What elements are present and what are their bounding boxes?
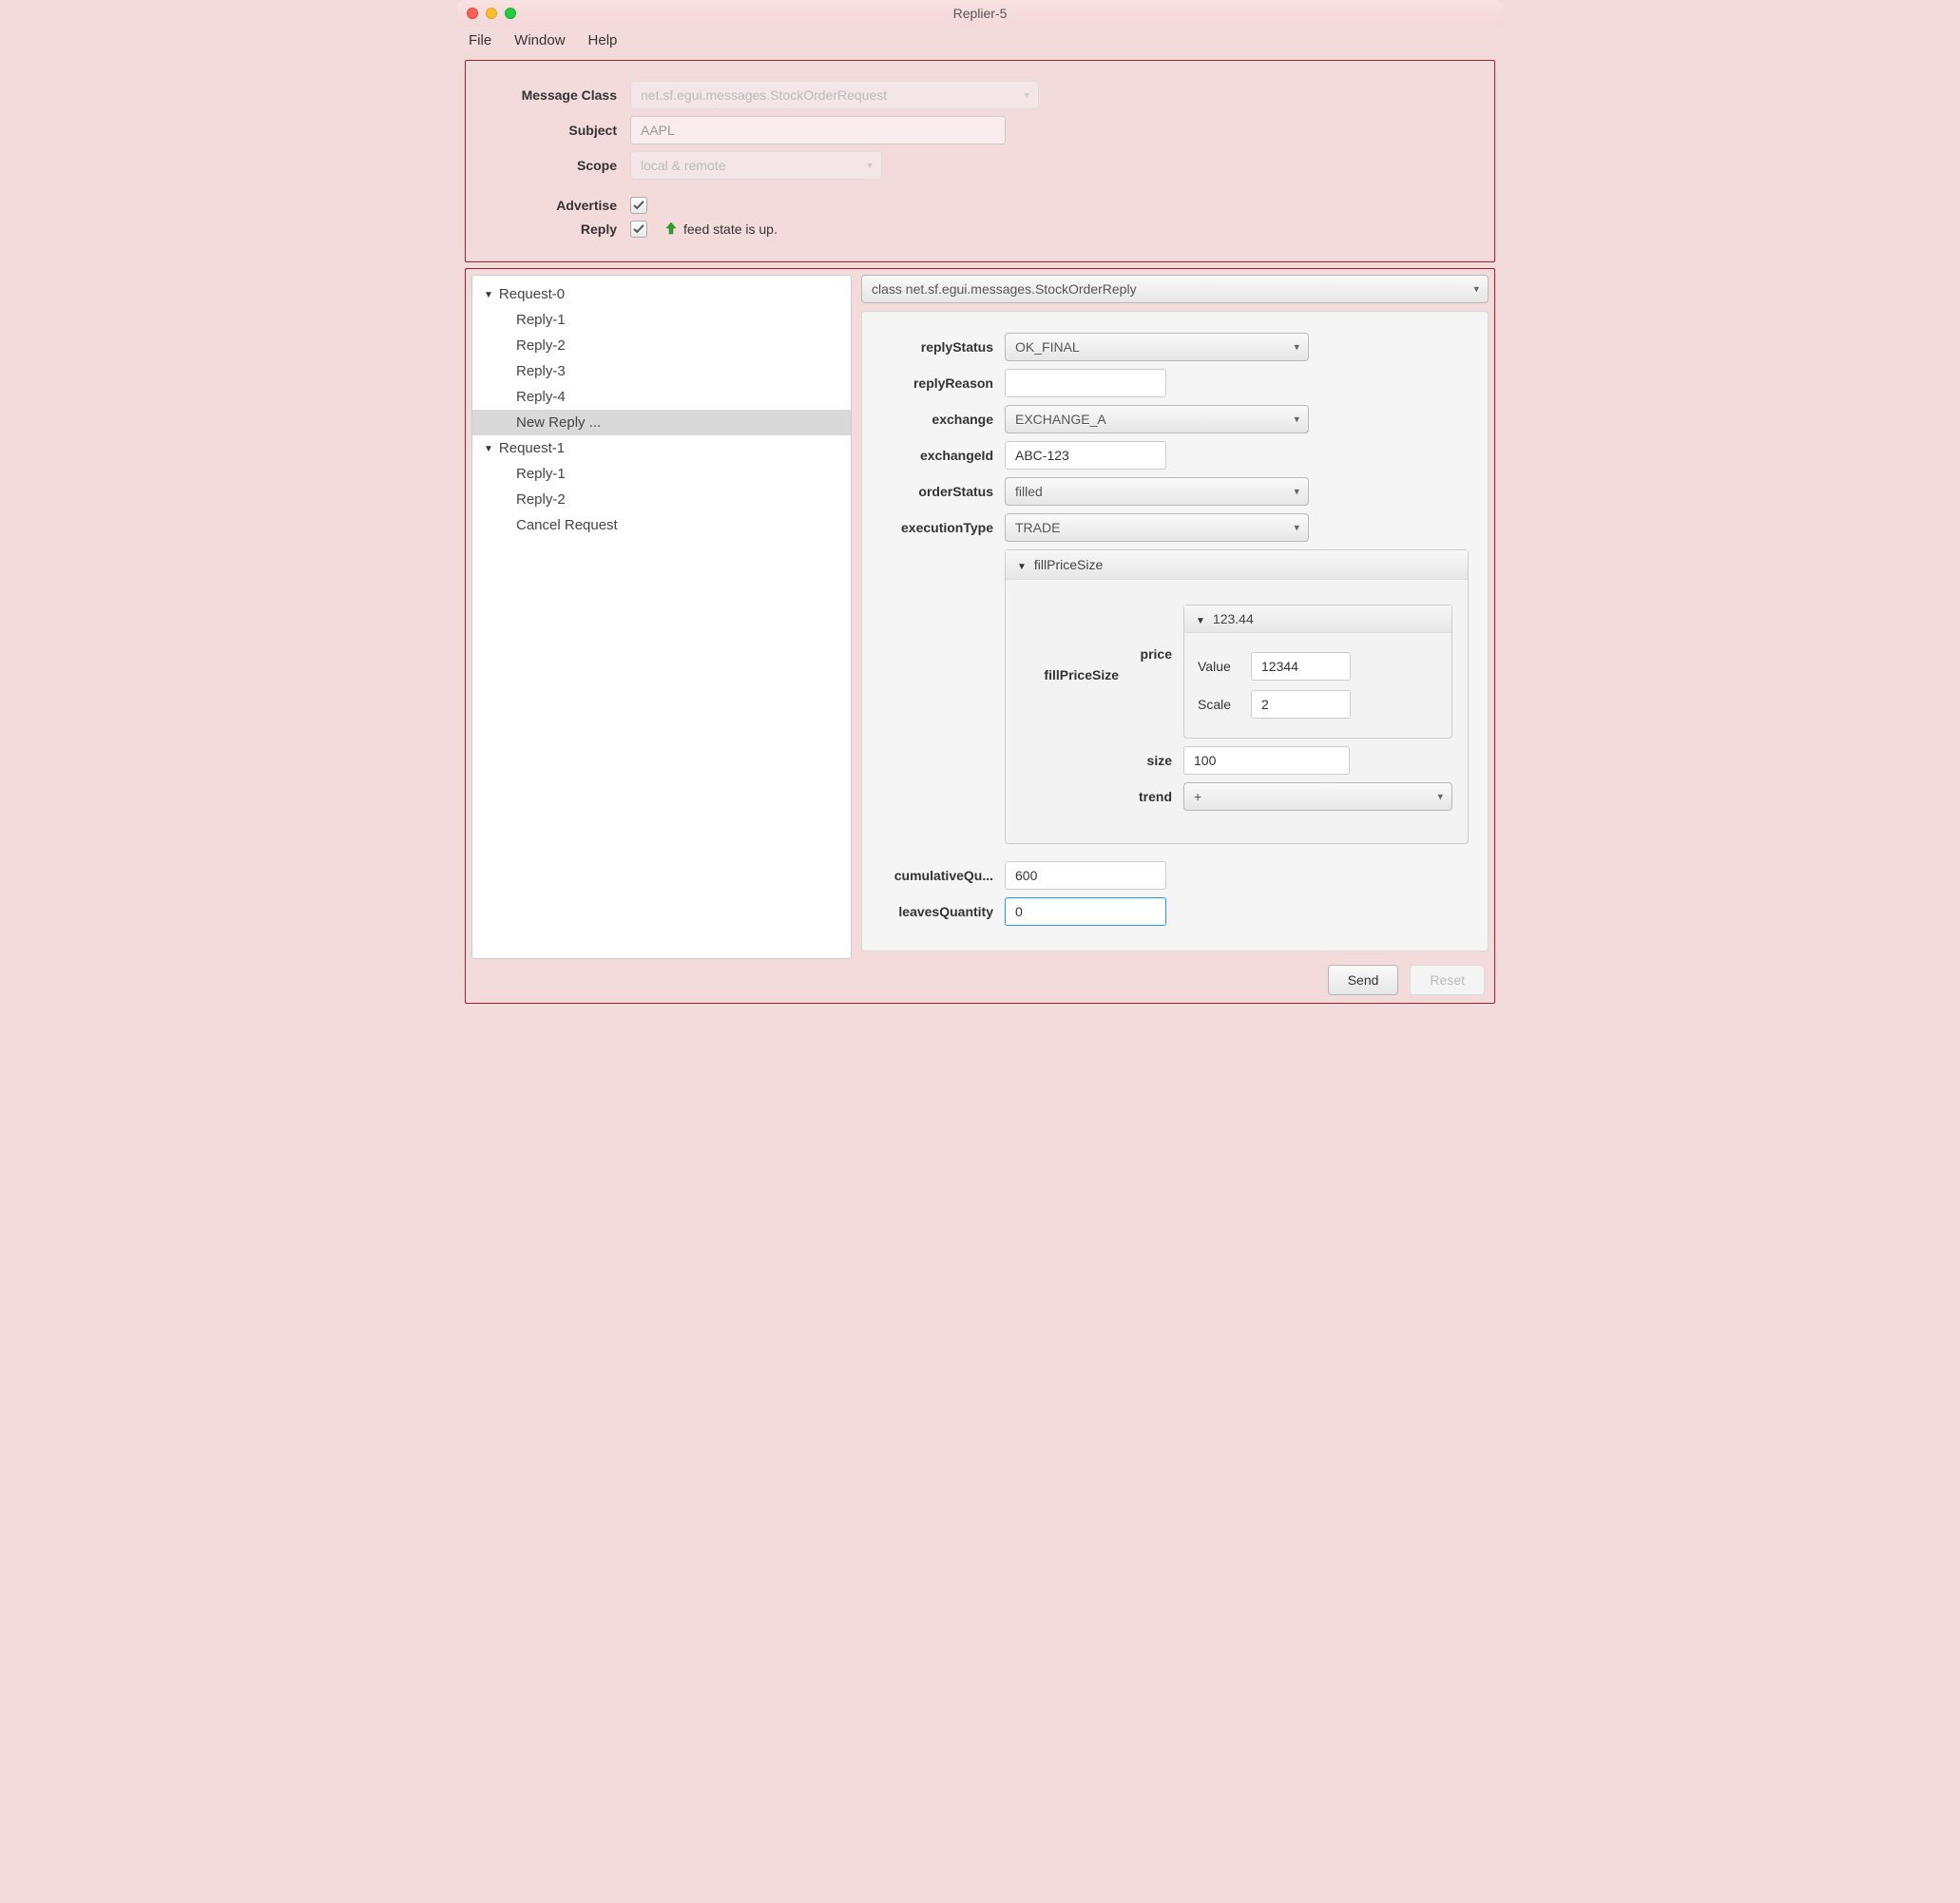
reply-checkbox[interactable] (630, 221, 647, 238)
orderstatus-select[interactable]: filled (1005, 477, 1309, 506)
minimize-window-button[interactable] (486, 8, 497, 19)
size-field[interactable] (1183, 746, 1350, 775)
price-scale-field[interactable] (1251, 690, 1351, 719)
replyreason-label: replyReason (881, 375, 1005, 391)
message-class-label: Message Class (483, 87, 630, 103)
reply-label: Reply (483, 221, 630, 237)
tree-reply-0-4[interactable]: Reply-4 (472, 384, 851, 410)
orderstatus-label: orderStatus (881, 484, 1005, 499)
leavesquantity-field[interactable] (1005, 897, 1166, 926)
footer: Send Reset (861, 959, 1489, 997)
tree-request-0[interactable]: Request-0 (472, 281, 851, 307)
maximize-window-button[interactable] (505, 8, 516, 19)
feed-state-text: feed state is up. (683, 221, 778, 237)
trend-label: trend (1130, 789, 1183, 804)
properties-panel: replyStatus OK_FINAL replyReason exchang… (861, 311, 1489, 952)
price-value-field[interactable] (1251, 652, 1351, 681)
top-form-group: Message Class net.sf.egui.messages.Stock… (465, 60, 1495, 262)
window-title: Replier-5 (467, 6, 1493, 21)
advertise-label: Advertise (483, 198, 630, 213)
titlebar: Replier-5 (457, 0, 1503, 27)
close-window-button[interactable] (467, 8, 478, 19)
scale-label: Scale (1198, 697, 1251, 712)
menu-help[interactable]: Help (588, 32, 618, 48)
send-button[interactable]: Send (1328, 965, 1399, 995)
subject-field: AAPL (630, 116, 1006, 144)
menu-window[interactable]: Window (514, 32, 565, 48)
tree-request-1[interactable]: Request-1 (472, 435, 851, 461)
fillpricesize-header[interactable]: fillPriceSize (1006, 550, 1468, 580)
scope-select: local & remote (630, 151, 882, 180)
trend-select[interactable]: + (1183, 782, 1452, 811)
arrow-up-icon (664, 221, 678, 238)
menu-file[interactable]: File (469, 32, 491, 48)
executiontype-label: executionType (881, 520, 1005, 535)
cumulativequantity-label: cumulativeQu... (881, 868, 1005, 883)
value-label: Value (1198, 659, 1251, 674)
tree-reply-0-1[interactable]: Reply-1 (472, 307, 851, 333)
scope-label: Scope (483, 158, 630, 173)
executiontype-select[interactable]: TRADE (1005, 513, 1309, 542)
feed-state: feed state is up. (664, 221, 778, 238)
split-panel: Request-0 Reply-1 Reply-2 Reply-3 Reply-… (465, 268, 1495, 1004)
tree-cancel-request[interactable]: Cancel Request (472, 512, 851, 538)
menubar: File Window Help (457, 27, 1503, 54)
tree-reply-1-1[interactable]: Reply-1 (472, 461, 851, 487)
tree-reply-0-2[interactable]: Reply-2 (472, 333, 851, 358)
exchange-select[interactable]: EXCHANGE_A (1005, 405, 1309, 433)
fillpricesize-label: fillPriceSize (1021, 601, 1130, 682)
cumulativequantity-field[interactable] (1005, 861, 1166, 890)
exchangeid-field[interactable] (1005, 441, 1166, 470)
message-class-select: net.sf.egui.messages.StockOrderRequest (630, 81, 1039, 109)
replyreason-field[interactable] (1005, 369, 1166, 397)
replystatus-select[interactable]: OK_FINAL (1005, 333, 1309, 361)
advertise-checkbox[interactable] (630, 197, 647, 214)
tree-new-reply[interactable]: New Reply ... (472, 410, 851, 435)
reset-button: Reset (1410, 965, 1485, 995)
price-group: 123.44 Value Scale (1183, 605, 1452, 739)
price-label: price (1130, 605, 1183, 662)
price-header[interactable]: 123.44 (1184, 606, 1451, 633)
tree-reply-0-3[interactable]: Reply-3 (472, 358, 851, 384)
tree-reply-1-2[interactable]: Reply-2 (472, 487, 851, 512)
reply-class-select[interactable]: class net.sf.egui.messages.StockOrderRep… (861, 275, 1489, 303)
replystatus-label: replyStatus (881, 339, 1005, 355)
leavesquantity-label: leavesQuantity (881, 904, 1005, 919)
subject-label: Subject (483, 123, 630, 138)
exchange-label: exchange (881, 412, 1005, 427)
exchangeid-label: exchangeId (881, 448, 1005, 463)
size-label: size (1130, 753, 1183, 768)
request-tree[interactable]: Request-0 Reply-1 Reply-2 Reply-3 Reply-… (471, 275, 852, 959)
fillpricesize-group: fillPriceSize fillPriceSize price 123.44 (1005, 549, 1469, 844)
